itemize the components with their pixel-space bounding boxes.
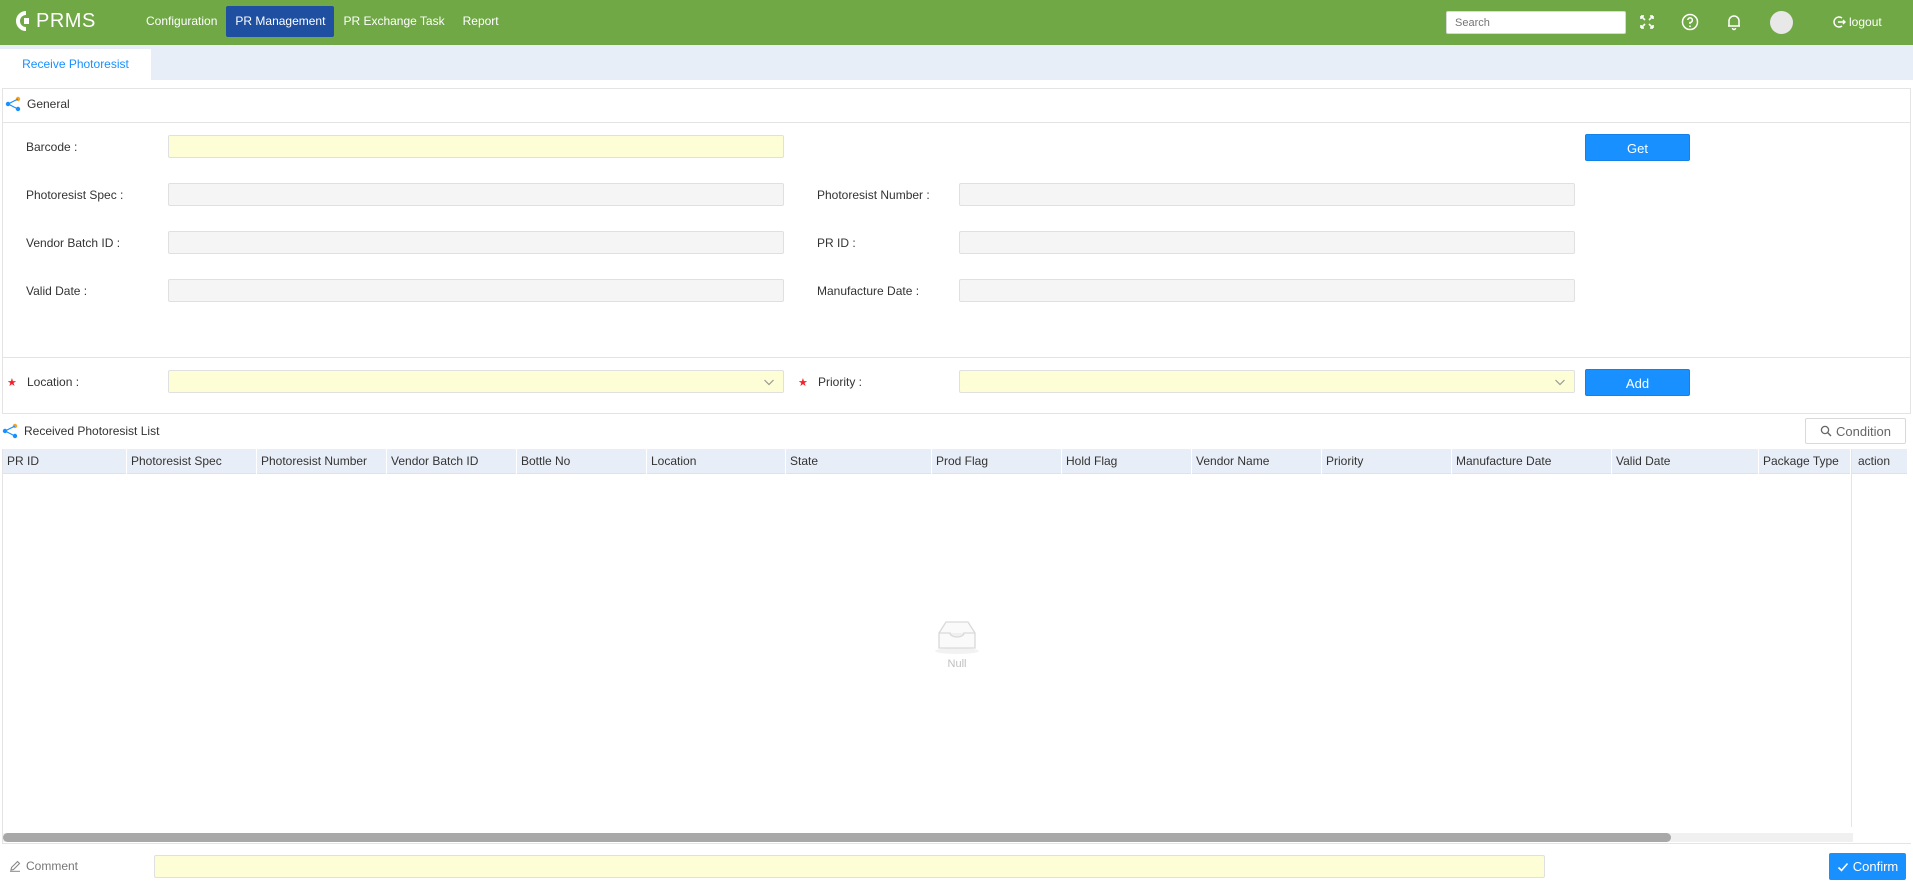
- barcode-input[interactable]: [168, 135, 784, 158]
- col-package-type[interactable]: Package Type: [1759, 449, 1851, 474]
- location-select[interactable]: [168, 370, 784, 393]
- empty-text: Null: [947, 658, 967, 670]
- bell-icon[interactable]: [1724, 12, 1744, 32]
- vendor-batch-id-label: Vendor Batch ID :: [26, 236, 121, 250]
- action-column: action: [1851, 449, 1907, 827]
- search-input[interactable]: [1446, 11, 1626, 34]
- chevron-down-icon: [1555, 379, 1565, 386]
- valid-date-label: Valid Date :: [26, 284, 88, 298]
- photoresist-number-field[interactable]: [959, 183, 1575, 206]
- empty-inbox-icon: [935, 621, 979, 654]
- help-icon[interactable]: [1680, 12, 1700, 32]
- table-header: PR ID Photoresist Spec Photoresist Numbe…: [3, 449, 1907, 474]
- condition-label: Condition: [1836, 423, 1891, 439]
- main-nav: Configuration PR Management PR Exchange …: [137, 6, 508, 37]
- check-icon: [1837, 862, 1848, 872]
- valid-date-field[interactable]: [168, 279, 784, 302]
- priority-required-mark: ★: [798, 377, 808, 389]
- general-heading: General: [5, 96, 70, 112]
- col-prod-flag[interactable]: Prod Flag: [932, 449, 1062, 474]
- search-icon: [1820, 425, 1832, 437]
- get-button[interactable]: Get: [1585, 134, 1690, 161]
- share-icon: [5, 96, 21, 112]
- top-bar: PRMS Configuration PR Management PR Exch…: [0, 0, 1913, 45]
- priority-label: Priority :: [818, 375, 863, 389]
- general-title: General: [27, 97, 70, 111]
- add-button[interactable]: Add: [1585, 369, 1690, 396]
- nav-report[interactable]: Report: [454, 6, 508, 37]
- table-border-bottom: [2, 843, 1911, 844]
- col-bottle-no[interactable]: Bottle No: [517, 449, 647, 474]
- share-icon: [2, 423, 18, 439]
- location-label: Location :: [27, 375, 80, 389]
- logo-icon: [16, 11, 29, 31]
- panel-border-bottom: [2, 413, 1911, 414]
- nav-pr-exchange-task[interactable]: PR Exchange Task: [334, 6, 453, 37]
- barcode-label: Barcode :: [26, 140, 78, 154]
- photoresist-spec-field[interactable]: [168, 183, 784, 206]
- empty-state: Null: [925, 615, 989, 670]
- nav-pr-management[interactable]: PR Management: [226, 6, 335, 37]
- tab-strip: Receive Photoresist: [0, 45, 1913, 80]
- photoresist-number-label: Photoresist Number :: [817, 188, 930, 202]
- pr-id-label: PR ID :: [817, 236, 856, 250]
- vendor-batch-id-field[interactable]: [168, 231, 784, 254]
- panel-border-right: [1910, 88, 1911, 414]
- nav-configuration[interactable]: Configuration: [137, 6, 226, 37]
- logout-icon: [1833, 16, 1846, 28]
- col-vendor-name[interactable]: Vendor Name: [1192, 449, 1322, 474]
- panel-border-top: [2, 88, 1911, 89]
- comment-label: Comment: [9, 859, 78, 873]
- list-heading: Received Photoresist List: [2, 423, 159, 439]
- col-location[interactable]: Location: [647, 449, 786, 474]
- comment-input[interactable]: [154, 855, 1545, 878]
- user-avatar[interactable]: [1770, 11, 1793, 34]
- fullscreen-icon[interactable]: [1637, 12, 1657, 32]
- general-divider: [2, 122, 1911, 123]
- col-action: action: [1852, 449, 1907, 474]
- app-logo[interactable]: PRMS: [12, 8, 96, 34]
- chevron-down-icon: [764, 379, 774, 386]
- col-priority[interactable]: Priority: [1322, 449, 1452, 474]
- comment-text: Comment: [26, 859, 79, 873]
- col-manufacture-date[interactable]: Manufacture Date: [1452, 449, 1612, 474]
- col-vendor-batch-id[interactable]: Vendor Batch ID: [387, 449, 517, 474]
- condition-button[interactable]: Condition: [1805, 418, 1906, 444]
- col-photoresist-number[interactable]: Photoresist Number: [257, 449, 387, 474]
- col-valid-date[interactable]: Valid Date: [1612, 449, 1759, 474]
- logout-label: logout: [1849, 15, 1882, 29]
- confirm-label: Confirm: [1852, 859, 1899, 874]
- pr-id-field[interactable]: [959, 231, 1575, 254]
- manufacture-date-label: Manufacture Date :: [817, 284, 920, 298]
- confirm-button[interactable]: Confirm: [1829, 853, 1906, 880]
- panel-border-left: [2, 88, 3, 414]
- photoresist-spec-label: Photoresist Spec :: [26, 188, 124, 202]
- logout-button[interactable]: logout: [1832, 13, 1882, 31]
- tab-receive-photoresist[interactable]: Receive Photoresist: [0, 49, 151, 80]
- list-title: Received Photoresist List: [24, 424, 160, 438]
- priority-select[interactable]: [959, 370, 1575, 393]
- location-required-mark: ★: [7, 377, 17, 389]
- col-state[interactable]: State: [786, 449, 932, 474]
- manufacture-date-field[interactable]: [959, 279, 1575, 302]
- location-divider: [2, 357, 1911, 358]
- col-photoresist-spec[interactable]: Photoresist Spec: [127, 449, 257, 474]
- col-pr-id[interactable]: PR ID: [3, 449, 127, 474]
- app-name: PRMS: [36, 9, 96, 32]
- edit-icon: [10, 860, 21, 872]
- scrollbar-thumb[interactable]: [3, 833, 1671, 842]
- col-hold-flag[interactable]: Hold Flag: [1062, 449, 1192, 474]
- table-border-left: [2, 449, 3, 843]
